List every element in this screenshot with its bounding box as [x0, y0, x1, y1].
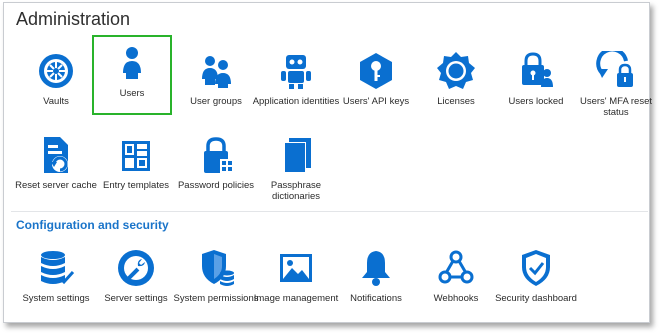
tile-users[interactable]: Users: [92, 35, 172, 115]
tile-system-permissions[interactable]: System permissions: [174, 240, 259, 320]
user-group-icon: [196, 51, 236, 91]
user-locked-icon: [516, 51, 556, 91]
tile-label: Image management: [253, 293, 339, 304]
tile-label: Users locked: [508, 96, 564, 107]
tile-label: Vaults: [43, 96, 69, 107]
image-icon: [276, 248, 316, 288]
license-icon: [436, 51, 476, 91]
tile-notifications[interactable]: Notifications: [336, 240, 416, 320]
user-icon: [112, 43, 152, 83]
reset-cache-icon: [36, 135, 76, 175]
tile-vaults[interactable]: Vaults: [16, 43, 96, 123]
dictionary-icon: [276, 135, 316, 175]
tile-label: Licenses: [437, 96, 475, 107]
tile-label: Security dashboard: [495, 293, 577, 304]
tile-label: Reset server cache: [15, 180, 97, 191]
tile-licenses[interactable]: Licenses: [416, 43, 496, 123]
tile-label: User groups: [190, 96, 242, 107]
tile-application-identities[interactable]: Application identities: [253, 43, 339, 123]
bell-icon: [356, 248, 396, 288]
tile-label: Server settings: [104, 293, 168, 304]
tile-label: Entry templates: [103, 180, 169, 191]
shield-check-icon: [516, 248, 556, 288]
tile-users-mfa-reset-status[interactable]: Users' MFA reset status: [576, 43, 656, 123]
tile-user-groups[interactable]: User groups: [176, 43, 256, 123]
section-title-configuration: Configuration and security: [16, 218, 169, 232]
tile-server-settings[interactable]: Server settings: [96, 240, 176, 320]
entry-templates-icon: [116, 135, 156, 175]
tile-webhooks[interactable]: Webhooks: [416, 240, 496, 320]
tile-label: Application identities: [252, 96, 340, 107]
tile-label: System permissions: [173, 293, 259, 304]
tile-label: Password policies: [177, 180, 255, 191]
tile-reset-server-cache[interactable]: Reset server cache: [15, 127, 97, 207]
section-divider: [11, 211, 648, 212]
mfa-reset-icon: [596, 51, 636, 91]
page-title: Administration: [16, 9, 131, 29]
tile-label: Passphrase dictionaries: [270, 180, 322, 202]
tile-label: Users: [119, 88, 145, 99]
tile-label: Webhooks: [433, 293, 479, 304]
tile-passphrase-dictionaries[interactable]: Passphrase dictionaries: [256, 127, 336, 207]
webhook-icon: [436, 248, 476, 288]
tile-label: Notifications: [350, 293, 402, 304]
tile-label: System settings: [22, 293, 90, 304]
tile-users-api-keys[interactable]: Users' API keys: [336, 43, 416, 123]
tile-label: Users' MFA reset status: [579, 96, 653, 118]
tile-password-policies[interactable]: Password policies: [176, 127, 256, 207]
tile-label: Users' API keys: [342, 96, 410, 107]
api-key-icon: [356, 51, 396, 91]
password-policy-icon: [196, 135, 236, 175]
administration-panel: Administration Vaults Users User groups …: [3, 2, 652, 323]
server-settings-icon: [116, 248, 156, 288]
system-settings-icon: [36, 248, 76, 288]
system-permissions-icon: [196, 248, 236, 288]
tile-system-settings[interactable]: System settings: [16, 240, 96, 320]
tile-image-management[interactable]: Image management: [254, 240, 338, 320]
robot-icon: [276, 51, 316, 91]
tile-entry-templates[interactable]: Entry templates: [96, 127, 176, 207]
tile-users-locked[interactable]: Users locked: [496, 43, 576, 123]
vault-icon: [36, 51, 76, 91]
tile-security-dashboard[interactable]: Security dashboard: [495, 240, 577, 320]
